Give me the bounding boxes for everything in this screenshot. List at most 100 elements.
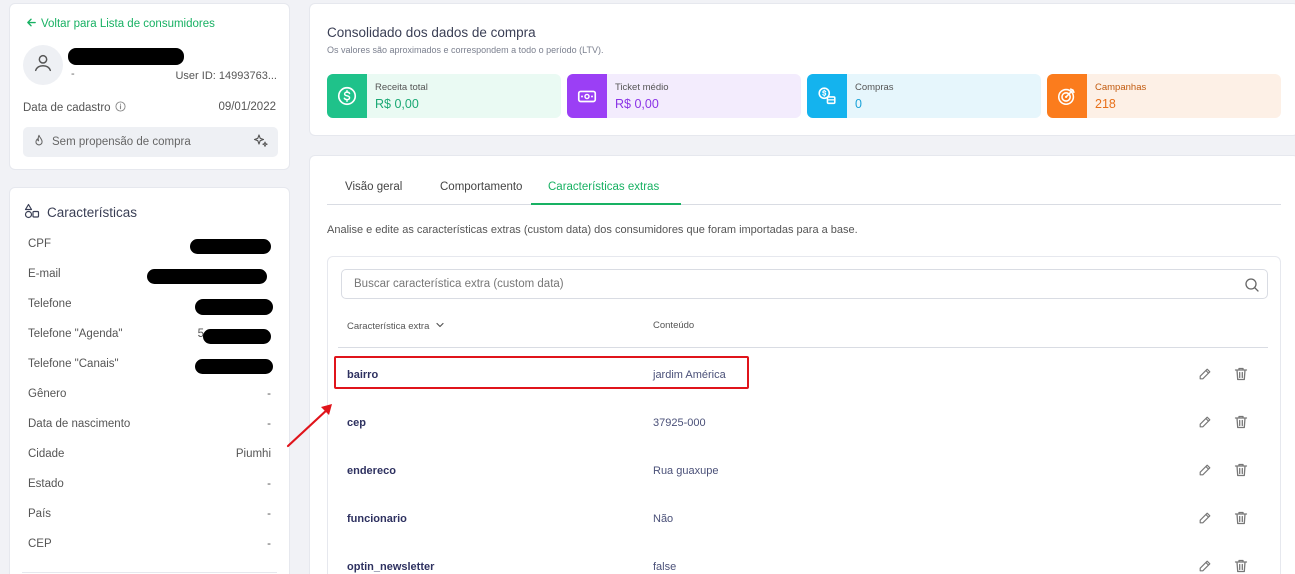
- characteristics-card: Características CPF E-mail Telefone Tele…: [9, 187, 290, 574]
- char-label: Estado: [28, 478, 64, 490]
- char-row-cpf: CPF: [28, 236, 271, 256]
- section-description: Analise e edite as características extra…: [327, 224, 858, 236]
- kpi-value: 218: [1095, 97, 1116, 111]
- coins-icon: [807, 74, 847, 118]
- purchase-propensity: Sem propensão de compra: [23, 127, 278, 157]
- kpi-total-revenue: Receita total R$ 0,00: [327, 74, 561, 118]
- redacted-value: [195, 359, 273, 374]
- column-header-key[interactable]: Característica extra: [347, 320, 445, 333]
- kpi-label: Receita total: [375, 82, 428, 93]
- tab-bar: Visão geral Comportamento Característica…: [327, 176, 1281, 205]
- tab-overview[interactable]: Visão geral: [345, 181, 402, 205]
- purchase-summary-card: Consolidado dos dados de compra Os valor…: [309, 3, 1295, 136]
- arrow-left-icon: [26, 17, 37, 31]
- row-value: Não: [653, 513, 674, 525]
- char-value: Piumhi: [235, 448, 271, 460]
- redacted-value: [147, 269, 267, 284]
- char-label: Gênero: [28, 388, 67, 400]
- row-key: cep: [347, 417, 366, 429]
- summary-title: Consolidado dos dados de compra: [327, 25, 536, 40]
- user-id: User ID: 14993763...: [175, 70, 277, 82]
- char-value: -: [267, 388, 271, 400]
- table-row: cep 37925-000: [338, 409, 1268, 457]
- trash-icon[interactable]: [1233, 510, 1249, 531]
- char-label: Telefone "Agenda": [28, 328, 123, 340]
- char-row-email: E-mail: [28, 266, 271, 286]
- kpi-label: Compras: [855, 82, 894, 93]
- table-row: optin_newsletter false: [338, 553, 1268, 574]
- flame-icon: [32, 134, 46, 151]
- back-to-list-link[interactable]: Voltar para Lista de consumidores: [26, 17, 215, 31]
- char-row-phone-canais: Telefone "Canais": [28, 356, 273, 376]
- pencil-icon[interactable]: [1198, 463, 1212, 482]
- char-label: Data de nascimento: [28, 418, 131, 430]
- redacted-value: [203, 329, 271, 344]
- char-row-city: Cidade Piumhi: [28, 446, 271, 466]
- column-header-content: Conteúdo: [653, 320, 694, 331]
- row-key: funcionario: [347, 513, 407, 525]
- trash-icon[interactable]: [1233, 558, 1249, 574]
- header-divider: [338, 347, 1268, 348]
- char-value: -: [267, 478, 271, 490]
- table-row: bairro jardim América: [338, 361, 1268, 409]
- trash-icon[interactable]: [1233, 414, 1249, 435]
- column-header-content-label: Conteúdo: [653, 320, 695, 331]
- char-row-phone: Telefone: [28, 296, 273, 316]
- char-label: Telefone: [28, 298, 72, 310]
- char-value: -: [267, 418, 271, 430]
- redacted-name: [68, 48, 184, 65]
- char-label: CEP: [28, 538, 52, 550]
- registration-label: Data de cadastro: [23, 101, 126, 115]
- annotation-arrow-icon: [286, 404, 332, 448]
- char-label: E-mail: [28, 268, 61, 280]
- kpi-campaigns: Campanhas 218: [1047, 74, 1281, 118]
- row-value: jardim América: [653, 369, 726, 381]
- tab-custom-data[interactable]: Características extras: [531, 181, 681, 205]
- table-row: funcionario Não: [338, 505, 1268, 553]
- search-input[interactable]: [342, 270, 1267, 298]
- row-key: endereco: [347, 465, 396, 477]
- char-row-state: Estado -: [28, 476, 271, 496]
- tab-behavior[interactable]: Comportamento: [440, 181, 522, 205]
- target-icon: [1047, 74, 1087, 118]
- chevron-down-icon[interactable]: [435, 320, 445, 333]
- pencil-icon[interactable]: [1198, 415, 1212, 434]
- char-label: CPF: [28, 238, 51, 250]
- pencil-icon[interactable]: [1198, 511, 1212, 530]
- info-icon[interactable]: [115, 101, 126, 115]
- row-value: Rua guaxupe: [653, 465, 719, 477]
- avatar: [23, 45, 63, 85]
- table-row: endereco Rua guaxupe: [338, 457, 1268, 505]
- sparkle-icon[interactable]: [253, 133, 269, 152]
- column-header-key-label: Característica extra: [347, 321, 430, 332]
- char-label: Cidade: [28, 448, 65, 460]
- char-row-phone-agenda: Telefone "Agenda" 5: [28, 326, 271, 346]
- char-row-birthdate: Data de nascimento -: [28, 416, 271, 436]
- char-row-zip: CEP -: [28, 536, 271, 556]
- row-value: 37925-000: [653, 417, 706, 429]
- shapes-icon: [24, 203, 40, 222]
- kpi-value: R$ 0,00: [615, 97, 659, 111]
- name-placeholder: -: [71, 68, 75, 80]
- profile-card: Voltar para Lista de consumidores - User…: [9, 3, 290, 170]
- char-value: -: [267, 508, 271, 520]
- row-key: optin_newsletter: [347, 561, 435, 573]
- user-icon: [32, 52, 54, 79]
- characteristics-header: Características: [24, 203, 137, 222]
- kpi-value: R$ 0,00: [375, 97, 419, 111]
- pencil-icon[interactable]: [1198, 367, 1212, 386]
- char-row-country: País -: [28, 506, 271, 526]
- divider: [22, 572, 277, 573]
- search-box: [341, 269, 1268, 299]
- kpi-label: Campanhas: [1095, 82, 1147, 93]
- search-icon[interactable]: [1244, 277, 1260, 298]
- back-link-label: Voltar para Lista de consumidores: [41, 18, 215, 30]
- redacted-value: [190, 239, 271, 254]
- banknote-icon: [567, 74, 607, 118]
- trash-icon[interactable]: [1233, 366, 1249, 387]
- trash-icon[interactable]: [1233, 462, 1249, 483]
- pencil-icon[interactable]: [1198, 559, 1212, 574]
- char-value: -: [267, 538, 271, 550]
- registration-date: 09/01/2022: [218, 101, 276, 113]
- propensity-label: Sem propensão de compra: [52, 136, 191, 148]
